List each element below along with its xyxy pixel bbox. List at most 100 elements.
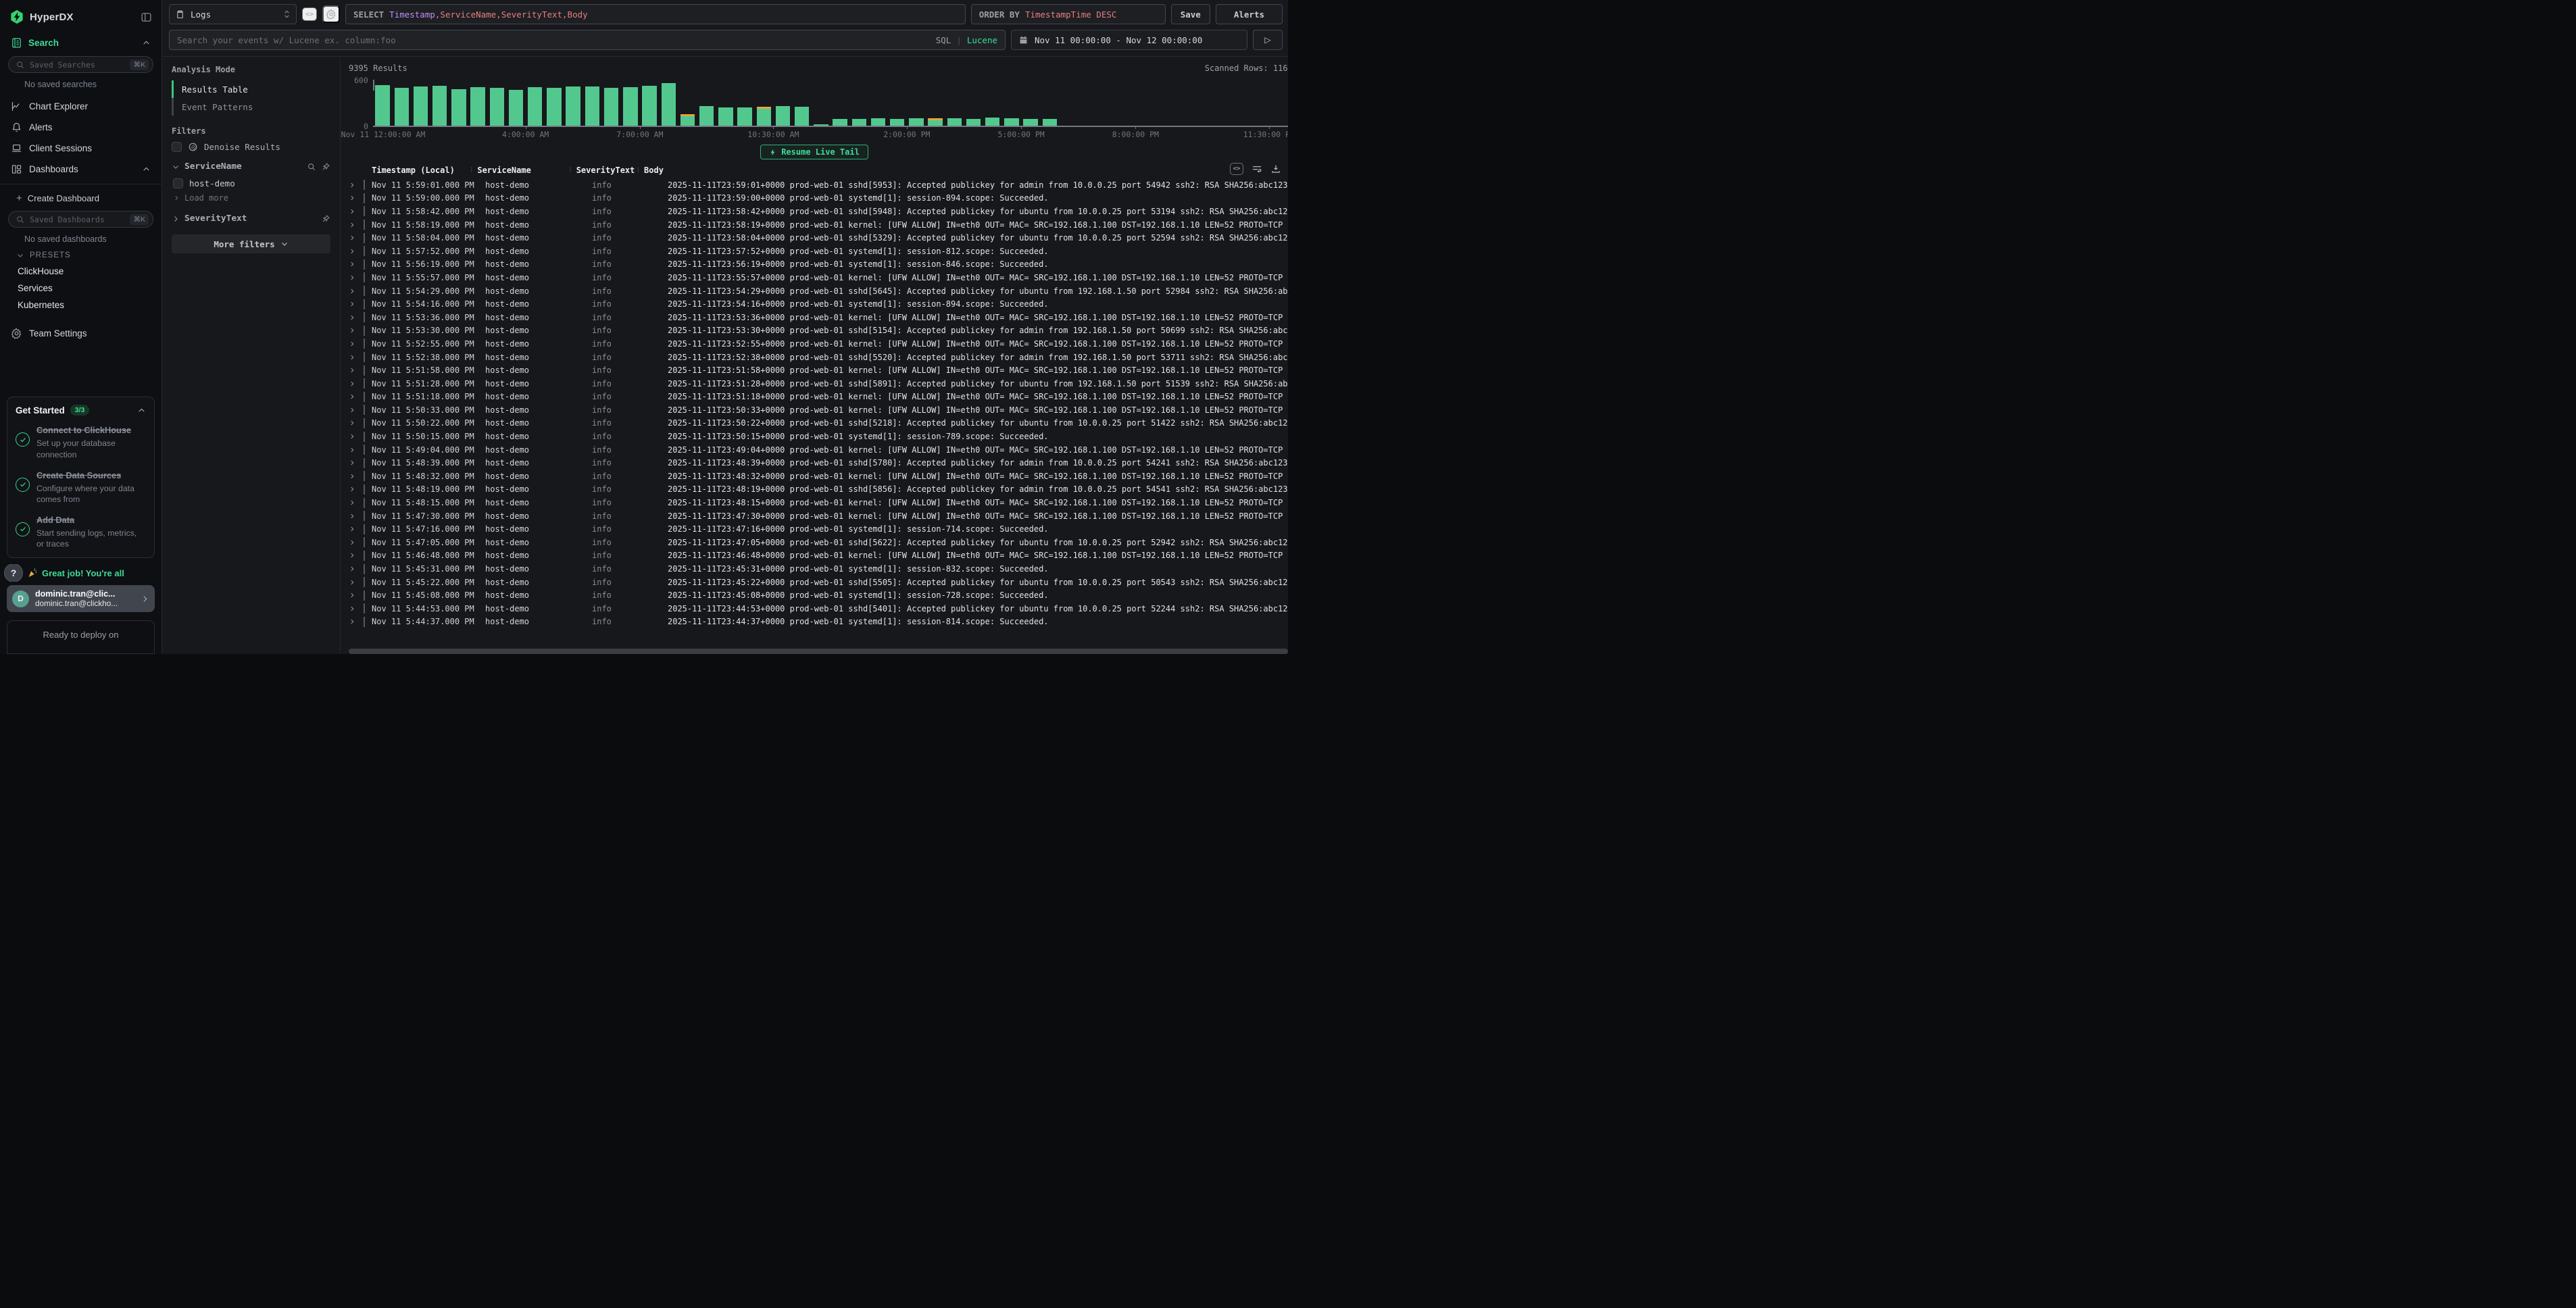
column-resize-handle[interactable]: ⁞ — [470, 165, 472, 175]
more-filters-button[interactable]: More filters — [172, 234, 330, 253]
table-row[interactable]: Nov 11 5:48:15.000 PM host-demo info 202… — [349, 496, 1288, 509]
run-query-button[interactable]: ▷ — [1253, 30, 1283, 50]
search-icon[interactable] — [307, 162, 316, 172]
sidebar-item-dashboards[interactable]: Dashboards — [7, 159, 155, 180]
row-expand-icon[interactable] — [349, 261, 364, 268]
table-row[interactable]: Nov 11 5:47:30.000 PM host-demo info 202… — [349, 509, 1288, 523]
row-expand-icon[interactable] — [349, 208, 364, 215]
table-row[interactable]: Nov 11 5:59:01.000 PM host-demo info 202… — [349, 178, 1288, 192]
saved-dashboards-input[interactable]: Saved Dashboards ⌘K — [8, 211, 153, 228]
row-expand-icon[interactable] — [349, 565, 364, 572]
sidebar-item-client-sessions[interactable]: Client Sessions — [7, 138, 155, 159]
order-by-input[interactable]: ORDER BYTimestampTime DESC — [971, 4, 1166, 24]
table-settings-icon[interactable]: <> — [1230, 163, 1243, 175]
table-row[interactable]: Nov 11 5:48:39.000 PM host-demo info 202… — [349, 456, 1288, 470]
row-expand-icon[interactable] — [349, 341, 364, 347]
row-expand-icon[interactable] — [349, 327, 364, 334]
filter-group-servicename[interactable]: ServiceName — [172, 161, 330, 172]
select-clause-input[interactable]: SELECTTimestamp,ServiceName,SeverityText… — [345, 4, 966, 24]
saved-searches-input[interactable]: Saved Searches ⌘K — [8, 56, 153, 73]
download-icon[interactable] — [1270, 164, 1281, 174]
column-resize-handle[interactable]: ⁞ — [569, 165, 570, 175]
table-row[interactable]: Nov 11 5:51:18.000 PM host-demo info 202… — [349, 391, 1288, 404]
user-profile[interactable]: D dominic.tran@clic... dominic.tran@clic… — [7, 585, 155, 612]
row-expand-icon[interactable] — [349, 222, 364, 228]
events-histogram[interactable]: 600 0 Nov 11 12:00:00 AM4:00:00 AM7:00:0… — [349, 76, 1288, 141]
table-row[interactable]: Nov 11 5:45:31.000 PM host-demo info 202… — [349, 562, 1288, 576]
sidebar-item-search[interactable]: Search — [7, 31, 155, 55]
wrap-lines-icon[interactable] — [1252, 164, 1262, 174]
create-dashboard-button[interactable]: + Create Dashboard — [7, 188, 155, 209]
code-view-icon[interactable]: <> — [302, 7, 317, 21]
get-started-item[interactable]: Add Data Start sending logs, metrics, or… — [16, 514, 146, 550]
tab-results-table[interactable]: Results Table — [172, 80, 330, 98]
row-expand-icon[interactable] — [349, 234, 364, 241]
table-row[interactable]: Nov 11 5:56:19.000 PM host-demo info 202… — [349, 258, 1288, 272]
table-row[interactable]: Nov 11 5:58:42.000 PM host-demo info 202… — [349, 205, 1288, 218]
row-expand-icon[interactable] — [349, 248, 364, 255]
table-row[interactable]: Nov 11 5:53:36.000 PM host-demo info 202… — [349, 311, 1288, 324]
row-expand-icon[interactable] — [349, 301, 364, 307]
row-expand-icon[interactable] — [349, 618, 364, 625]
row-expand-icon[interactable] — [349, 380, 364, 387]
row-expand-icon[interactable] — [349, 195, 364, 201]
table-row[interactable]: Nov 11 5:57:52.000 PM host-demo info 202… — [349, 245, 1288, 258]
table-row[interactable]: Nov 11 5:51:58.000 PM host-demo info 202… — [349, 363, 1288, 377]
sql-mode-button[interactable]: SQL — [936, 35, 951, 45]
table-row[interactable]: Nov 11 5:58:04.000 PM host-demo info 202… — [349, 231, 1288, 245]
table-row[interactable]: Nov 11 5:59:00.000 PM host-demo info 202… — [349, 192, 1288, 205]
save-button[interactable]: Save — [1171, 4, 1210, 24]
table-row[interactable]: Nov 11 5:46:48.000 PM host-demo info 202… — [349, 549, 1288, 563]
table-row[interactable]: Nov 11 5:50:22.000 PM host-demo info 202… — [349, 417, 1288, 430]
lucene-mode-button[interactable]: Lucene — [967, 35, 997, 45]
alerts-button[interactable]: Alerts — [1216, 4, 1283, 24]
row-expand-icon[interactable] — [349, 367, 364, 374]
tab-event-patterns[interactable]: Event Patterns — [172, 98, 330, 116]
table-row[interactable]: Nov 11 5:44:37.000 PM host-demo info 202… — [349, 615, 1288, 629]
search-input[interactable]: Search your events w/ Lucene ex. column:… — [169, 30, 1006, 50]
table-row[interactable]: Nov 11 5:48:32.000 PM host-demo info 202… — [349, 470, 1288, 483]
table-row[interactable]: Nov 11 5:45:08.000 PM host-demo info 202… — [349, 588, 1288, 602]
horizontal-scrollbar[interactable] — [349, 649, 1288, 654]
row-expand-icon[interactable] — [349, 314, 364, 321]
host-demo-checkbox[interactable] — [173, 178, 183, 188]
preset-clickhouse[interactable]: ClickHouse — [7, 263, 155, 280]
row-expand-icon[interactable] — [349, 420, 364, 426]
row-expand-icon[interactable] — [349, 513, 364, 520]
table-row[interactable]: Nov 11 5:52:38.000 PM host-demo info 202… — [349, 351, 1288, 364]
resume-live-tail-button[interactable]: Resume Live Tail — [760, 145, 868, 159]
row-expand-icon[interactable] — [349, 526, 364, 532]
row-expand-icon[interactable] — [349, 274, 364, 281]
help-icon[interactable]: ? — [4, 564, 23, 582]
row-expand-icon[interactable] — [349, 579, 364, 586]
sidebar-collapse-icon[interactable] — [141, 11, 152, 23]
table-row[interactable]: Nov 11 5:44:53.000 PM host-demo info 202… — [349, 602, 1288, 615]
load-more-button[interactable]: Load more — [172, 191, 330, 207]
preset-services[interactable]: Services — [7, 280, 155, 297]
table-row[interactable]: Nov 11 5:52:55.000 PM host-demo info 202… — [349, 337, 1288, 351]
row-expand-icon[interactable] — [349, 182, 364, 188]
table-row[interactable]: Nov 11 5:47:05.000 PM host-demo info 202… — [349, 536, 1288, 549]
column-resize-handle[interactable]: ⁞ — [637, 165, 639, 175]
row-expand-icon[interactable] — [349, 459, 364, 466]
table-row[interactable]: Nov 11 5:53:30.000 PM host-demo info 202… — [349, 324, 1288, 338]
row-expand-icon[interactable] — [349, 486, 364, 493]
table-row[interactable]: Nov 11 5:54:29.000 PM host-demo info 202… — [349, 284, 1288, 298]
sidebar-item-alerts[interactable]: Alerts — [7, 117, 155, 138]
table-row[interactable]: Nov 11 5:50:33.000 PM host-demo info 202… — [349, 403, 1288, 417]
get-started-item[interactable]: Create Data Sources Configure where your… — [16, 470, 146, 505]
sidebar-item-team-settings[interactable]: Team Settings — [7, 323, 155, 344]
row-expand-icon[interactable] — [349, 354, 364, 361]
table-row[interactable]: Nov 11 5:49:04.000 PM host-demo info 202… — [349, 443, 1288, 457]
row-expand-icon[interactable] — [349, 499, 364, 506]
row-expand-icon[interactable] — [349, 447, 364, 453]
table-row[interactable]: Nov 11 5:54:16.000 PM host-demo info 202… — [349, 297, 1288, 311]
row-expand-icon[interactable] — [349, 288, 364, 295]
gear-icon[interactable] — [322, 5, 340, 23]
get-started-item[interactable]: Connect to ClickHouse Set up your databa… — [16, 424, 146, 460]
table-row[interactable]: Nov 11 5:55:57.000 PM host-demo info 202… — [349, 271, 1288, 284]
table-row[interactable]: Nov 11 5:47:16.000 PM host-demo info 202… — [349, 522, 1288, 536]
date-range-picker[interactable]: Nov 11 00:00:00 - Nov 12 00:00:00 — [1011, 30, 1247, 50]
row-expand-icon[interactable] — [349, 605, 364, 612]
table-row[interactable]: Nov 11 5:45:22.000 PM host-demo info 202… — [349, 576, 1288, 589]
